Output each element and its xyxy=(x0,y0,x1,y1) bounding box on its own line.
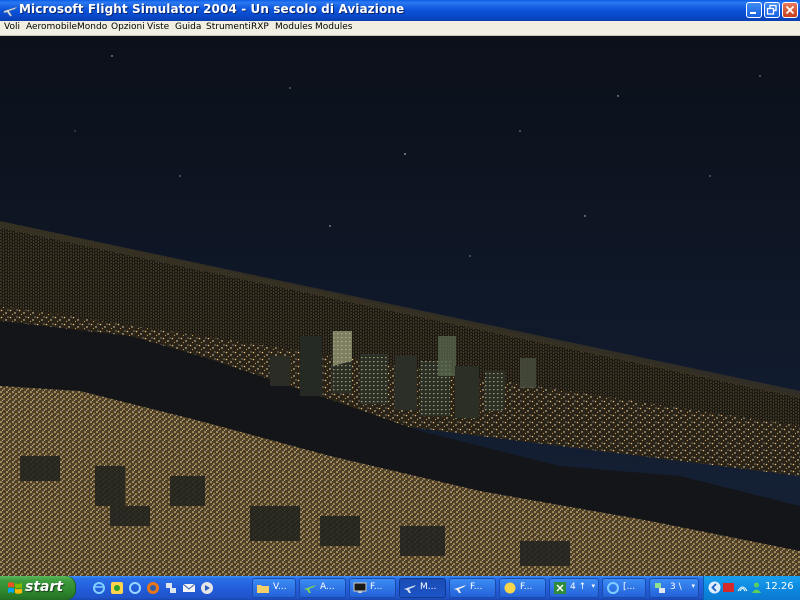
menu-aeromobile[interactable]: Aeromobile xyxy=(26,22,77,32)
menu-strumenti[interactable]: Strumenti xyxy=(206,22,251,32)
firefox-icon[interactable] xyxy=(146,581,160,595)
taskbar: start V... A... F... M... F... F... 4 ↑ … xyxy=(0,576,800,600)
menu-voli[interactable]: Voli xyxy=(4,22,20,32)
menu-viste[interactable]: Viste xyxy=(147,22,169,32)
messenger-status-icon[interactable] xyxy=(750,581,763,594)
windows-logo-icon xyxy=(8,582,22,594)
restore-button[interactable] xyxy=(764,2,780,18)
media-icon[interactable] xyxy=(200,581,214,595)
task-button-3[interactable]: M... xyxy=(399,578,446,598)
ie-icon-2[interactable] xyxy=(128,581,142,595)
close-button[interactable] xyxy=(782,2,798,18)
window-title: Microsoft Flight Simulator 2004 - Un sec… xyxy=(19,2,405,16)
clock: 12.26 xyxy=(765,581,794,592)
close-icon xyxy=(785,5,795,15)
menu-mondo[interactable]: Mondo xyxy=(77,22,107,32)
start-button[interactable]: start xyxy=(0,576,76,600)
plane-app-icon xyxy=(454,585,466,593)
task-button-0[interactable]: V... xyxy=(252,578,296,598)
group-arrow-icon: ▾ xyxy=(691,582,695,590)
start-label: start xyxy=(25,579,64,595)
restore-icon xyxy=(766,4,777,15)
title-bar: Microsoft Flight Simulator 2004 - Un sec… xyxy=(0,0,800,22)
task-button-1[interactable]: A... xyxy=(299,578,346,598)
minimize-icon xyxy=(750,12,756,14)
flight-sim-icon xyxy=(3,6,18,17)
antivirus-icon[interactable] xyxy=(722,581,735,594)
task-button-5[interactable]: F... xyxy=(499,578,546,598)
folder-icon xyxy=(257,585,269,593)
group-arrow-icon: ▾ xyxy=(591,582,595,590)
ie-icon[interactable] xyxy=(92,581,106,595)
outlook-icon[interactable] xyxy=(182,581,196,595)
plane-app-icon xyxy=(404,585,416,593)
plane-app-icon xyxy=(304,585,316,593)
menu-guida[interactable]: Guida xyxy=(175,22,201,32)
wireless-icon[interactable] xyxy=(736,581,749,594)
monitor-icon xyxy=(353,582,367,593)
ie-icon xyxy=(607,582,619,594)
task-button-8[interactable]: 3 \ ▾ xyxy=(649,578,699,598)
spreadsheet-icon xyxy=(554,582,566,594)
task-button-2[interactable]: F... xyxy=(349,578,396,598)
flight-view[interactable] xyxy=(0,36,800,576)
minimize-button[interactable] xyxy=(746,2,762,18)
network-icon[interactable] xyxy=(164,581,178,595)
menu-opzioni[interactable]: Opzioni xyxy=(111,22,145,32)
network-icon xyxy=(655,583,665,593)
menu-modules[interactable]: Modules xyxy=(275,22,312,32)
task-button-7[interactable]: [... xyxy=(602,578,646,598)
task-button-4[interactable]: F... xyxy=(449,578,496,598)
menu-modules-2[interactable]: Modules xyxy=(315,22,352,32)
menu-rxp[interactable]: RXP xyxy=(251,22,269,32)
task-button-6[interactable]: 4 ↑ ▾ xyxy=(549,578,599,598)
messenger-icon[interactable] xyxy=(110,581,124,595)
menu-bar: Voli Aeromobile Mondo Opzioni Viste Guid… xyxy=(0,21,800,36)
collapse-tray-icon[interactable] xyxy=(708,581,721,594)
globe-icon xyxy=(504,582,516,594)
